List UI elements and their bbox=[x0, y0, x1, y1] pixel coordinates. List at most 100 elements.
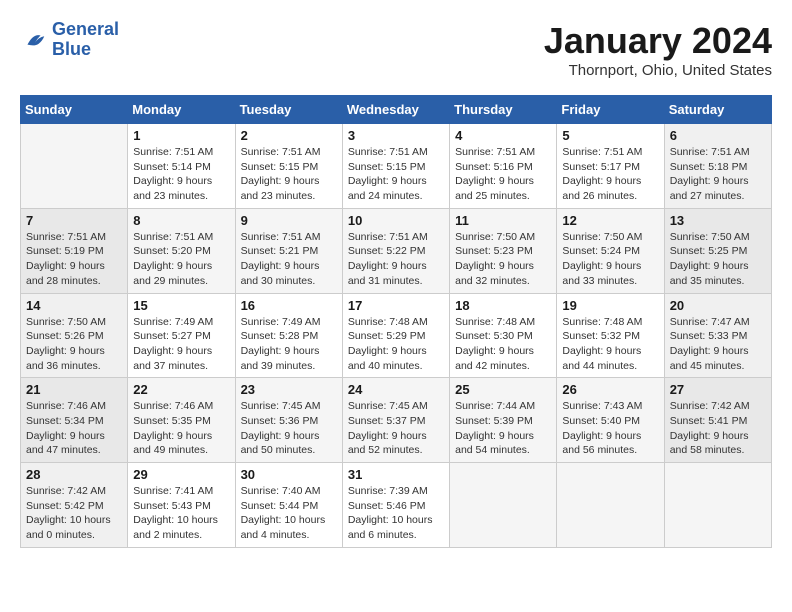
logo-text: General Blue bbox=[52, 20, 119, 60]
day-number: 8 bbox=[133, 213, 229, 228]
calendar-week-3: 14 Sunrise: 7:50 AM Sunset: 5:26 PM Dayli… bbox=[21, 293, 772, 378]
day-header-tuesday: Tuesday bbox=[235, 96, 342, 124]
calendar-cell: 20 Sunrise: 7:47 AM Sunset: 5:33 PM Dayli… bbox=[664, 293, 771, 378]
day-header-wednesday: Wednesday bbox=[342, 96, 449, 124]
calendar-cell: 21Sunrise: 7:46 AM Sunset: 5:34 PM Dayli… bbox=[21, 378, 128, 463]
calendar-cell: 1 Sunrise: 7:51 AM Sunset: 5:14 PM Daylig… bbox=[128, 124, 235, 209]
calendar-week-2: 7 Sunrise: 7:51 AM Sunset: 5:19 PM Daylig… bbox=[21, 208, 772, 293]
day-number: 4 bbox=[455, 128, 551, 143]
calendar-cell: 29 Sunrise: 7:41 AM Sunset: 5:43 PM Dayli… bbox=[128, 463, 235, 548]
calendar-cell: 30 Sunrise: 7:40 AM Sunset: 5:44 PM Dayli… bbox=[235, 463, 342, 548]
calendar-cell: 17Sunrise: 7:48 AM Sunset: 5:29 PM Dayli… bbox=[342, 293, 449, 378]
day-info: Sunrise: 7:48 AM Sunset: 5:32 PM Dayligh… bbox=[562, 315, 658, 374]
day-info: Sunrise: 7:51 AM Sunset: 5:14 PM Dayligh… bbox=[133, 145, 229, 204]
day-info: Sunrise: 7:51 AM Sunset: 5:15 PM Dayligh… bbox=[348, 145, 444, 204]
calendar-cell: 6Sunrise: 7:51 AM Sunset: 5:18 PM Daylig… bbox=[664, 124, 771, 209]
day-header-thursday: Thursday bbox=[450, 96, 557, 124]
day-info: Sunrise: 7:45 AM Sunset: 5:36 PM Dayligh… bbox=[241, 399, 337, 458]
day-number: 20 bbox=[670, 298, 766, 313]
day-header-friday: Friday bbox=[557, 96, 664, 124]
day-number: 19 bbox=[562, 298, 658, 313]
calendar-cell bbox=[21, 124, 128, 209]
day-info: Sunrise: 7:41 AM Sunset: 5:43 PM Dayligh… bbox=[133, 484, 229, 543]
day-info: Sunrise: 7:46 AM Sunset: 5:34 PM Dayligh… bbox=[26, 399, 122, 458]
day-info: Sunrise: 7:42 AM Sunset: 5:42 PM Dayligh… bbox=[26, 484, 122, 543]
day-number: 12 bbox=[562, 213, 658, 228]
day-info: Sunrise: 7:50 AM Sunset: 5:23 PM Dayligh… bbox=[455, 230, 551, 289]
day-number: 5 bbox=[562, 128, 658, 143]
calendar-cell: 12 Sunrise: 7:50 AM Sunset: 5:24 PM Dayli… bbox=[557, 208, 664, 293]
day-info: Sunrise: 7:45 AM Sunset: 5:37 PM Dayligh… bbox=[348, 399, 444, 458]
day-info: Sunrise: 7:49 AM Sunset: 5:27 PM Dayligh… bbox=[133, 315, 229, 374]
day-number: 24 bbox=[348, 382, 444, 397]
day-number: 30 bbox=[241, 467, 337, 482]
calendar-week-4: 21Sunrise: 7:46 AM Sunset: 5:34 PM Dayli… bbox=[21, 378, 772, 463]
day-info: Sunrise: 7:50 AM Sunset: 5:26 PM Dayligh… bbox=[26, 315, 122, 374]
calendar-cell: 9Sunrise: 7:51 AM Sunset: 5:21 PM Daylig… bbox=[235, 208, 342, 293]
day-number: 15 bbox=[133, 298, 229, 313]
day-number: 7 bbox=[26, 213, 122, 228]
day-info: Sunrise: 7:42 AM Sunset: 5:41 PM Dayligh… bbox=[670, 399, 766, 458]
day-number: 28 bbox=[26, 467, 122, 482]
day-info: Sunrise: 7:50 AM Sunset: 5:25 PM Dayligh… bbox=[670, 230, 766, 289]
day-number: 2 bbox=[241, 128, 337, 143]
calendar-cell: 8 Sunrise: 7:51 AM Sunset: 5:20 PM Daylig… bbox=[128, 208, 235, 293]
day-number: 16 bbox=[241, 298, 337, 313]
page-header: General Blue January 2024 Thornport, Ohi… bbox=[20, 20, 772, 79]
day-info: Sunrise: 7:40 AM Sunset: 5:44 PM Dayligh… bbox=[241, 484, 337, 543]
calendar-cell: 4Sunrise: 7:51 AM Sunset: 5:16 PM Daylig… bbox=[450, 124, 557, 209]
calendar-week-5: 28 Sunrise: 7:42 AM Sunset: 5:42 PM Dayli… bbox=[21, 463, 772, 548]
day-info: Sunrise: 7:48 AM Sunset: 5:29 PM Dayligh… bbox=[348, 315, 444, 374]
calendar-cell: 24 Sunrise: 7:45 AM Sunset: 5:37 PM Dayli… bbox=[342, 378, 449, 463]
calendar-week-1: 1 Sunrise: 7:51 AM Sunset: 5:14 PM Daylig… bbox=[21, 124, 772, 209]
title-block: January 2024 Thornport, Ohio, United Sta… bbox=[544, 20, 772, 79]
calendar-cell bbox=[664, 463, 771, 548]
day-header-monday: Monday bbox=[128, 96, 235, 124]
day-info: Sunrise: 7:51 AM Sunset: 5:15 PM Dayligh… bbox=[241, 145, 337, 204]
day-number: 14 bbox=[26, 298, 122, 313]
calendar-cell bbox=[450, 463, 557, 548]
day-info: Sunrise: 7:51 AM Sunset: 5:17 PM Dayligh… bbox=[562, 145, 658, 204]
calendar-header-row: SundayMondayTuesdayWednesdayThursdayFrid… bbox=[21, 96, 772, 124]
day-info: Sunrise: 7:51 AM Sunset: 5:22 PM Dayligh… bbox=[348, 230, 444, 289]
day-number: 29 bbox=[133, 467, 229, 482]
day-info: Sunrise: 7:49 AM Sunset: 5:28 PM Dayligh… bbox=[241, 315, 337, 374]
day-info: Sunrise: 7:46 AM Sunset: 5:35 PM Dayligh… bbox=[133, 399, 229, 458]
day-info: Sunrise: 7:51 AM Sunset: 5:21 PM Dayligh… bbox=[241, 230, 337, 289]
calendar-cell: 19 Sunrise: 7:48 AM Sunset: 5:32 PM Dayli… bbox=[557, 293, 664, 378]
day-number: 26 bbox=[562, 382, 658, 397]
day-number: 1 bbox=[133, 128, 229, 143]
day-info: Sunrise: 7:51 AM Sunset: 5:19 PM Dayligh… bbox=[26, 230, 122, 289]
day-info: Sunrise: 7:48 AM Sunset: 5:30 PM Dayligh… bbox=[455, 315, 551, 374]
calendar-cell: 5 Sunrise: 7:51 AM Sunset: 5:17 PM Daylig… bbox=[557, 124, 664, 209]
calendar-cell bbox=[557, 463, 664, 548]
month-title: January 2024 bbox=[544, 20, 772, 62]
calendar-cell: 15 Sunrise: 7:49 AM Sunset: 5:27 PM Dayli… bbox=[128, 293, 235, 378]
calendar-cell: 28 Sunrise: 7:42 AM Sunset: 5:42 PM Dayli… bbox=[21, 463, 128, 548]
calendar-cell: 3Sunrise: 7:51 AM Sunset: 5:15 PM Daylig… bbox=[342, 124, 449, 209]
day-number: 23 bbox=[241, 382, 337, 397]
calendar-cell: 14 Sunrise: 7:50 AM Sunset: 5:26 PM Dayli… bbox=[21, 293, 128, 378]
day-info: Sunrise: 7:47 AM Sunset: 5:33 PM Dayligh… bbox=[670, 315, 766, 374]
day-number: 10 bbox=[348, 213, 444, 228]
day-number: 25 bbox=[455, 382, 551, 397]
calendar-cell: 18 Sunrise: 7:48 AM Sunset: 5:30 PM Dayli… bbox=[450, 293, 557, 378]
day-number: 18 bbox=[455, 298, 551, 313]
day-info: Sunrise: 7:50 AM Sunset: 5:24 PM Dayligh… bbox=[562, 230, 658, 289]
calendar-cell: 10 Sunrise: 7:51 AM Sunset: 5:22 PM Dayli… bbox=[342, 208, 449, 293]
day-info: Sunrise: 7:44 AM Sunset: 5:39 PM Dayligh… bbox=[455, 399, 551, 458]
day-info: Sunrise: 7:51 AM Sunset: 5:18 PM Dayligh… bbox=[670, 145, 766, 204]
calendar-cell: 27 Sunrise: 7:42 AM Sunset: 5:41 PM Dayli… bbox=[664, 378, 771, 463]
day-number: 27 bbox=[670, 382, 766, 397]
day-number: 22 bbox=[133, 382, 229, 397]
day-number: 11 bbox=[455, 213, 551, 228]
calendar-cell: 11 Sunrise: 7:50 AM Sunset: 5:23 PM Dayli… bbox=[450, 208, 557, 293]
location: Thornport, Ohio, United States bbox=[544, 62, 772, 79]
logo: General Blue bbox=[20, 20, 119, 60]
calendar-table: SundayMondayTuesdayWednesdayThursdayFrid… bbox=[20, 95, 772, 548]
day-number: 13 bbox=[670, 213, 766, 228]
day-header-sunday: Sunday bbox=[21, 96, 128, 124]
calendar-cell: 2 Sunrise: 7:51 AM Sunset: 5:15 PM Daylig… bbox=[235, 124, 342, 209]
day-info: Sunrise: 7:51 AM Sunset: 5:20 PM Dayligh… bbox=[133, 230, 229, 289]
calendar-cell: 25 Sunrise: 7:44 AM Sunset: 5:39 PM Dayli… bbox=[450, 378, 557, 463]
